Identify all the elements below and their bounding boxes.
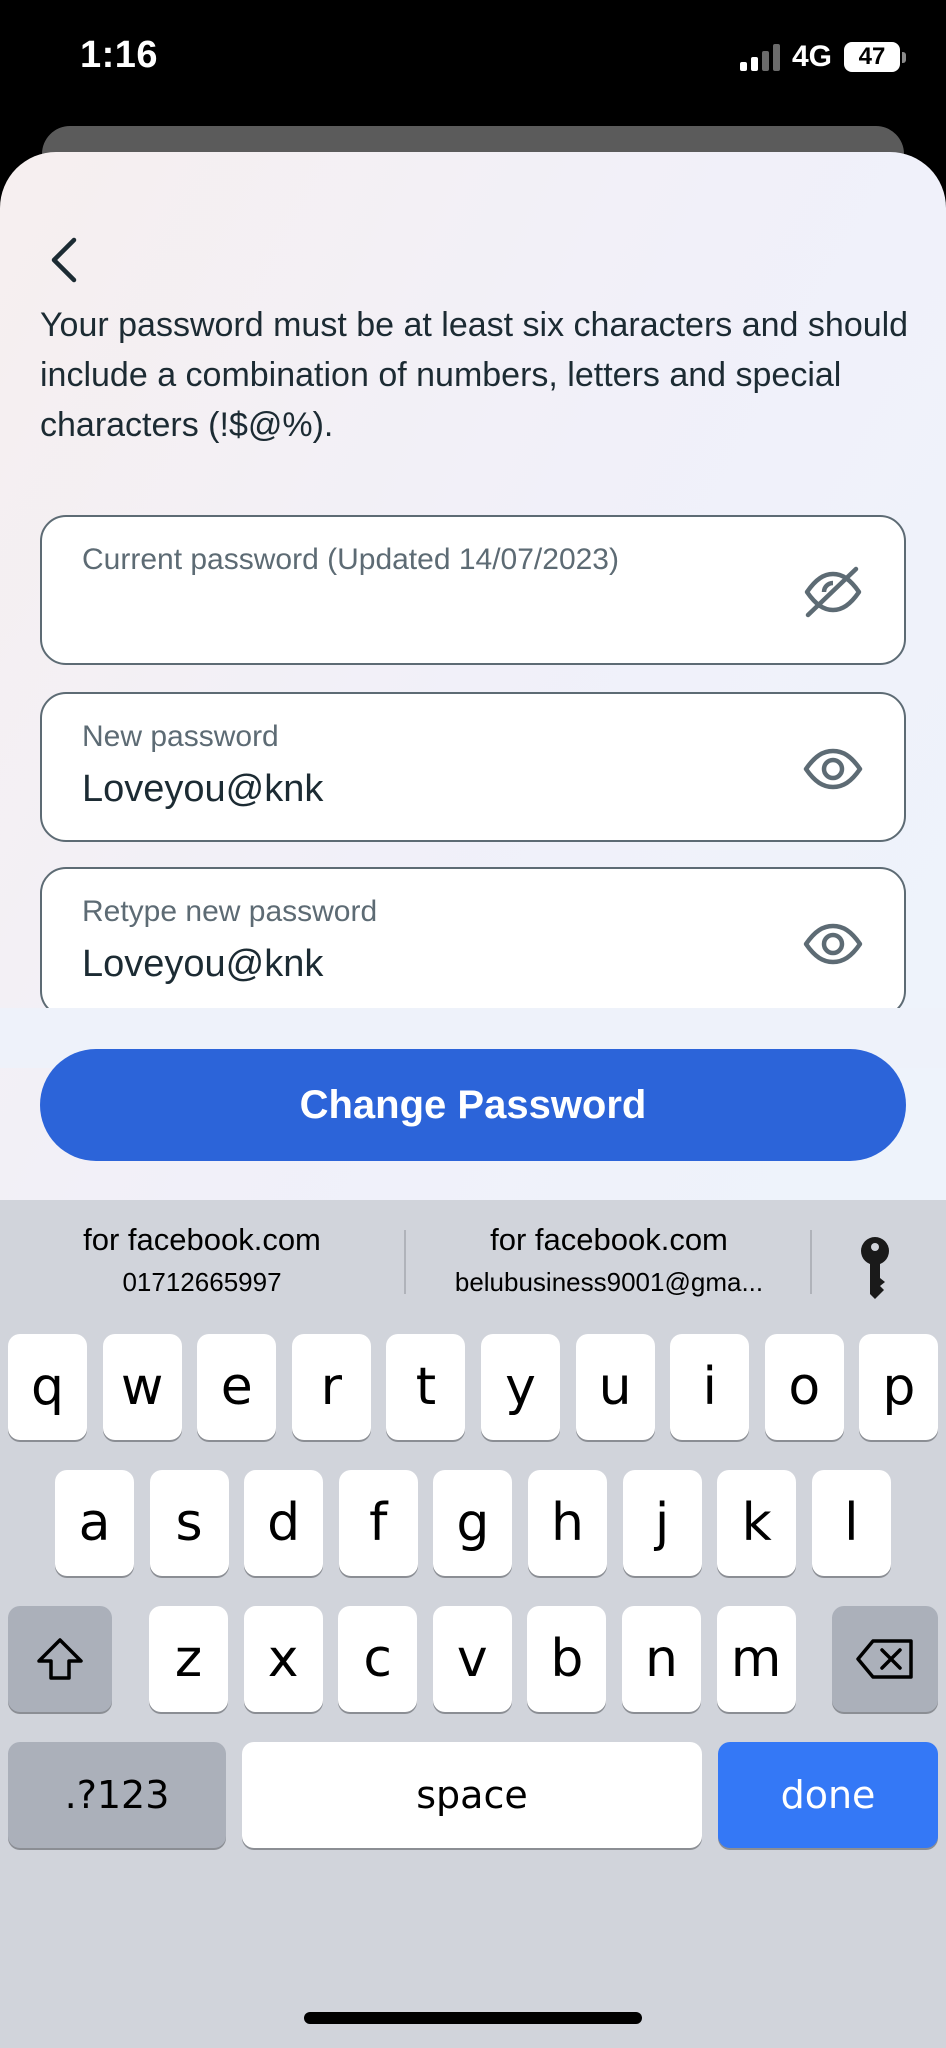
status-bar: 1:16 4G 47 [0,0,946,120]
key-v[interactable]: v [432,1606,512,1712]
key-n[interactable]: n [622,1606,701,1712]
new-password-field[interactable]: New password Loveyou@knk [40,692,906,842]
suggestion-detail: 01712665997 [122,1267,282,1297]
divider [810,1230,812,1294]
chevron-left-icon [51,237,77,283]
key-l[interactable]: l [811,1470,891,1576]
key-icon[interactable] [855,1236,895,1300]
key-d[interactable]: d [244,1470,324,1576]
password-suggestion[interactable]: for facebook.com 01712665997 [12,1218,392,1302]
backspace-key[interactable] [832,1606,938,1712]
retype-password-field[interactable]: Retype new password Loveyou@knk [40,867,906,1017]
suggestion-detail: belubusiness9001@gma... [454,1267,764,1297]
cellular-signal-icon [739,43,780,71]
key-p[interactable]: p [859,1334,939,1440]
retype-password-label: Retype new password [82,895,378,928]
shift-icon [37,1638,83,1680]
key-j[interactable]: j [622,1470,702,1576]
key-g[interactable]: g [433,1470,513,1576]
current-password-label: Current password (Updated 14/07/2023) [82,543,619,576]
password-requirements-text: Your password must be at least six chara… [40,310,909,444]
shift-key[interactable] [8,1606,112,1712]
key-h[interactable]: h [528,1470,607,1576]
eye-icon[interactable] [802,742,864,796]
key-b[interactable]: b [527,1606,607,1712]
password-suggestions-bar: for facebook.com 01712665997 for faceboo… [0,1200,946,1330]
key-t[interactable]: t [386,1334,466,1440]
new-password-label: New password [82,720,279,753]
divider [404,1230,406,1294]
current-password-field[interactable]: Current password (Updated 14/07/2023) [40,515,906,665]
key-f[interactable]: f [338,1470,418,1576]
network-type: 4G [791,40,832,73]
key-r[interactable]: r [291,1334,371,1440]
status-time: 1:16 [80,34,159,76]
key-m[interactable]: m [716,1606,796,1712]
key-e[interactable]: e [197,1334,277,1440]
key-w[interactable]: w [102,1334,182,1440]
backspace-icon [856,1639,913,1679]
new-password-value: Loveyou@knk [82,768,324,810]
eye-icon[interactable] [802,917,864,971]
key-z[interactable]: z [149,1606,228,1712]
space-key[interactable]: space [242,1742,702,1848]
key-y[interactable]: y [481,1334,560,1440]
key-q[interactable]: q [8,1334,87,1440]
back-button[interactable] [40,232,88,288]
battery-level: 47 [858,43,886,70]
home-indicator [304,2012,642,2024]
status-indicators: 4G 47 [739,40,906,74]
password-suggestion[interactable]: for facebook.com belubusiness9001@gma... [418,1218,800,1302]
retype-password-value: Loveyou@knk [82,943,324,985]
eye-off-icon[interactable] [802,565,864,619]
key-s[interactable]: s [149,1470,229,1576]
done-key[interactable]: done [718,1742,938,1848]
keyboard: for facebook.com 01712665997 for faceboo… [0,1200,946,2048]
key-k[interactable]: k [717,1470,797,1576]
numbers-key[interactable]: .?123 [8,1742,226,1848]
key-a[interactable]: a [55,1470,134,1576]
key-u[interactable]: u [575,1334,655,1440]
key-i[interactable]: i [670,1334,750,1440]
key-x[interactable]: x [243,1606,323,1712]
suggestion-title: for facebook.com [490,1222,728,1257]
suggestion-title: for facebook.com [83,1222,321,1257]
battery-icon: 47 [844,42,906,72]
key-o[interactable]: o [764,1334,844,1440]
key-c[interactable]: c [338,1606,418,1712]
change-password-button[interactable]: Change Password [40,1049,906,1161]
